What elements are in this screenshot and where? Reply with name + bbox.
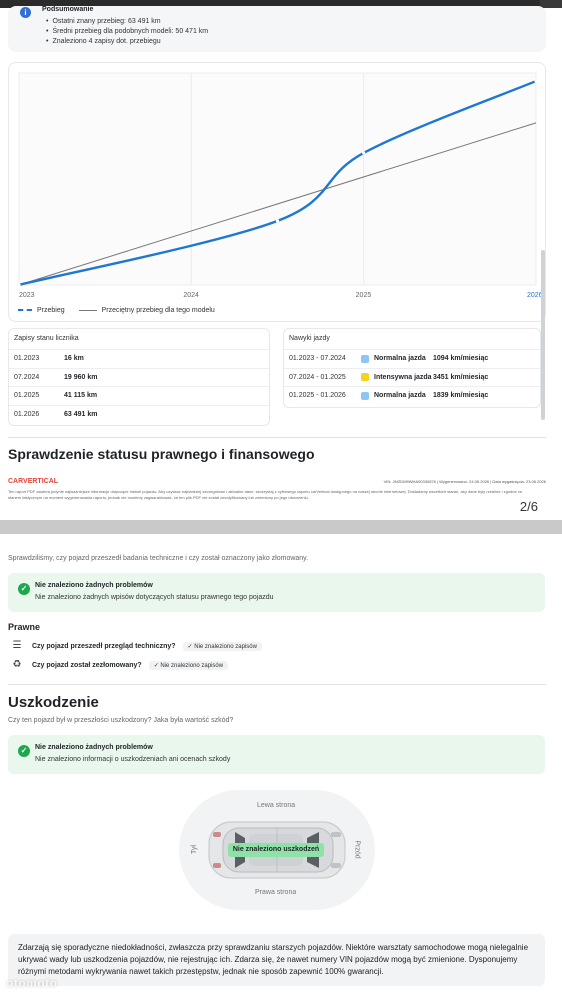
habit-style: Intensywna jazda xyxy=(361,373,433,382)
habit-color-dot xyxy=(361,391,369,400)
odometer-date: 07.2024 xyxy=(14,373,40,381)
table-row: 01.2025 - 01.2026 Normalna jazda 1839 km… xyxy=(284,386,540,405)
summary-item: Znaleziono 4 zapisy dot. przebiegu xyxy=(46,37,208,47)
habit-style: Normalna jazda xyxy=(361,391,433,400)
habit-range: 01.2023 - 07.2024 xyxy=(289,355,346,363)
habit-style-label: Normalna jazda xyxy=(374,355,426,363)
otomoto-watermark: otomoto xyxy=(6,976,58,990)
legend-item: Przebieg xyxy=(18,307,65,314)
recycle-icon: ♻ xyxy=(12,659,22,670)
table-row: 01.2023 16 km xyxy=(9,349,269,368)
info-icon: i xyxy=(20,7,31,18)
series-mileage-point xyxy=(534,79,538,83)
legend-swatch-mileage xyxy=(18,309,32,311)
damage-ok-box: ✓ Nie znaleziono żadnych problemów Nie z… xyxy=(8,735,545,774)
plot-area xyxy=(18,72,537,286)
inspection-answer: Nie znaleziono zapisów xyxy=(194,643,257,650)
scrapped-answer-chip: ✓ Nie znaleziono zapisów xyxy=(148,660,229,670)
odometer-title: Zapisy stanu licznika xyxy=(14,335,79,342)
table-row: 07.2024 - 01.2025 Intensywna jazda 3451 … xyxy=(284,367,540,387)
inspection-answer-chip: ✓ Nie znaleziono zapisów xyxy=(182,641,262,651)
summary-list: Ostatni znany przebieg: 63 491 km Średni… xyxy=(46,17,208,47)
divider xyxy=(8,684,546,685)
disclaimer-box: Zdarzają się sporadyczne niedokładności,… xyxy=(8,934,545,986)
x-tick-label: 2023 xyxy=(19,292,35,299)
legend-label-average: Przeciętny przebieg dla tego modelu xyxy=(101,307,215,314)
x-tick-label: 2025 xyxy=(356,292,372,299)
habit-range: 07.2024 - 01.2025 xyxy=(289,373,346,381)
odometer-date: 01.2025 xyxy=(14,392,40,400)
scrapped-question: Czy pojazd został zezłomowany? xyxy=(32,661,142,669)
scrapped-answer: Nie znaleziono zapisów xyxy=(160,662,224,669)
driving-habits-table: Nawyki jazdy 01.2023 - 07.2024 Normalna … xyxy=(283,328,541,408)
rear-label: Tył xyxy=(190,845,198,854)
inspection-row: ☰ Czy pojazd przeszedł przegląd technicz… xyxy=(10,640,262,652)
page-gap xyxy=(0,520,562,534)
chart-legend: Przebieg Przeciętny przebieg dla tego mo… xyxy=(18,306,227,314)
damage-intro: Czy ten pojazd był w przeszłości uszkodz… xyxy=(8,717,234,724)
odometer-table: Zapisy stanu licznika 01.2023 16 km 07.20… xyxy=(8,328,270,426)
footer-note: Ten raport PDF zawiera jedynie najważnie… xyxy=(8,489,523,500)
no-damage-badge: Nie znaleziono uszkodzeń xyxy=(228,843,324,857)
legal-heading: Sprawdzenie statusu prawnego i finansowe… xyxy=(8,446,315,462)
table-row: 01.2023 - 07.2024 Normalna jazda 1094 km… xyxy=(284,349,540,368)
scrollbar[interactable] xyxy=(541,250,545,420)
habit-rate: 1839 km/miesiąc xyxy=(433,392,489,400)
legal-ok-box: ✓ Nie znaleziono żadnych problemów Nie z… xyxy=(8,573,545,612)
right-side-label: Prawa strona xyxy=(255,889,297,896)
top-bar-edge xyxy=(540,0,562,8)
table-row: 01.2026 63 491 km xyxy=(9,404,269,424)
legend-label-mileage: Przebieg xyxy=(37,306,65,314)
habit-style: Normalna jazda xyxy=(361,354,433,363)
legend-swatch-average xyxy=(78,310,97,311)
odometer-value: 63 491 km xyxy=(64,410,98,418)
legal-intro: Sprawdziliśmy, czy pojazd przeszedł bada… xyxy=(8,555,309,562)
legal-ok-title: Nie znaleziono żadnych problemów xyxy=(35,582,153,589)
series-mileage-point xyxy=(275,219,280,223)
damage-ok-text: Nie znaleziono informacji o uszkodzeniac… xyxy=(35,756,231,763)
habit-rate: 1094 km/miesiąc xyxy=(433,355,489,363)
damage-heading: Uszkodzenie xyxy=(8,694,99,711)
series-mileage-point xyxy=(362,151,366,155)
damage-ok-title: Nie znaleziono żadnych problemów xyxy=(35,744,153,751)
habits-title: Nawyki jazdy xyxy=(289,335,330,342)
summary-item: Średni przebieg dla podobnych modeli: 50… xyxy=(46,27,208,37)
habit-style-label: Intensywna jazda xyxy=(374,373,432,381)
table-row: 07.2024 19 960 km xyxy=(9,367,269,387)
check-circle-icon: ✓ xyxy=(18,583,30,595)
check-circle-icon: ✓ xyxy=(18,745,30,757)
habit-range: 01.2025 - 01.2026 xyxy=(289,392,346,400)
pdf-footer: CARVERTICAL VIN: JMZDM9WHA00330876 | Wyg… xyxy=(8,478,546,500)
mileage-chart: 2023 2024 2025 2026 xyxy=(17,72,543,299)
habit-color-dot xyxy=(361,354,369,363)
x-tick-label: 2024 xyxy=(183,292,199,299)
habit-rate: 3451 km/miesiąc xyxy=(433,373,489,381)
odometer-date: 01.2026 xyxy=(14,410,40,418)
table-row: 01.2025 41 115 km xyxy=(9,386,269,405)
habit-style-label: Normalna jazda xyxy=(374,392,426,400)
divider xyxy=(8,437,546,438)
summary-item: Ostatni znany przebieg: 63 491 km xyxy=(46,17,208,27)
checklist-icon: ☰ xyxy=(12,640,22,651)
scrapped-row: ♻ Czy pojazd został zezłomowany? ✓ Nie z… xyxy=(10,659,229,671)
odometer-date: 01.2023 xyxy=(14,355,40,363)
legend-item: Przeciętny przebieg dla tego modelu xyxy=(78,307,215,314)
footer-meta: VIN: JMZDM9WHA00330876 | Wygenerowano: 2… xyxy=(383,479,546,484)
front-label: Przód xyxy=(353,840,361,859)
summary-title: Podsumowanie xyxy=(42,6,94,13)
left-side-label: Lewa strona xyxy=(257,802,296,809)
odometer-value: 41 115 km xyxy=(64,392,98,400)
series-mileage-point xyxy=(17,283,21,287)
habit-color-dot xyxy=(361,373,369,382)
odometer-value: 19 960 km xyxy=(64,373,98,381)
summary-box: i Podsumowanie Ostatni znany przebieg: 6… xyxy=(8,6,546,52)
brand-text: CARVERTICAL xyxy=(8,478,59,485)
odometer-value: 16 km xyxy=(64,355,84,363)
inspection-question: Czy pojazd przeszedł przegląd techniczny… xyxy=(32,642,176,650)
page-number: 2/6 xyxy=(519,499,538,514)
legal-section-title: Prawne xyxy=(8,622,41,632)
mileage-chart-card: 2023 2024 2025 2026 xyxy=(8,62,546,322)
legal-ok-text: Nie znaleziono żadnych wpisów dotyczącyc… xyxy=(35,594,274,601)
